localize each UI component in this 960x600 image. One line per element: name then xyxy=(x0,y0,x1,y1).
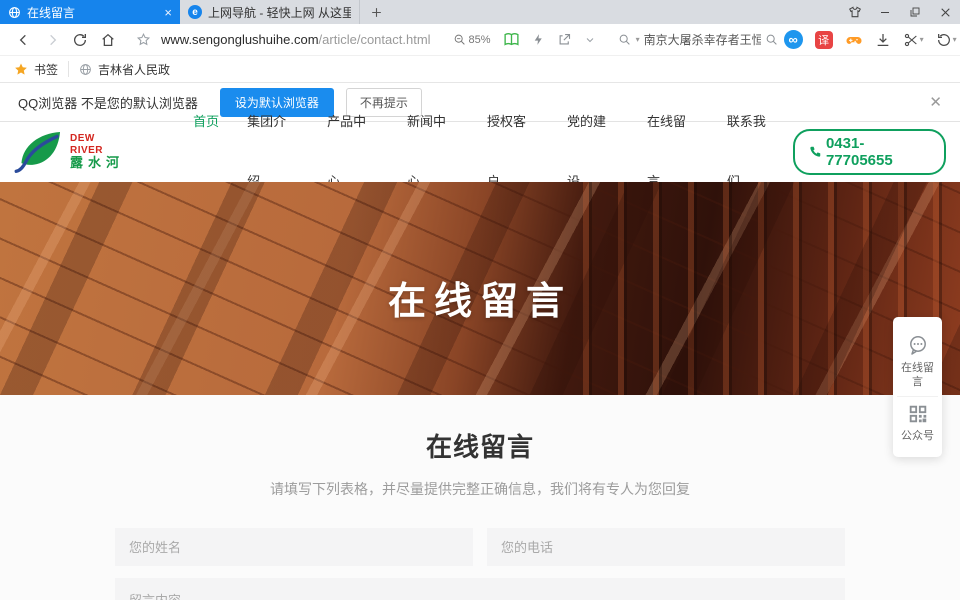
floating-message-button[interactable]: 在线留言 xyxy=(897,327,938,396)
bookmark-item[interactable]: 吉林省人民政府国 xyxy=(79,61,170,78)
page-zoom-indicator[interactable]: 85% xyxy=(453,33,491,46)
bookmark-title: 吉林省人民政府国 xyxy=(98,61,170,78)
translate-badge-icon: 译 xyxy=(815,31,833,49)
scissors-icon xyxy=(903,32,919,48)
address-bar[interactable]: www.sengonglushuihe.com/article/contact.… xyxy=(136,32,431,47)
download-icon xyxy=(875,32,891,48)
bookmarks-divider xyxy=(68,61,69,77)
search-engine-icon xyxy=(618,33,631,46)
qr-code-icon xyxy=(907,403,929,425)
forward-icon xyxy=(44,32,60,48)
home-button[interactable] xyxy=(94,24,122,55)
tab-active[interactable]: 在线留言 × xyxy=(0,0,180,24)
chevron-down-icon xyxy=(584,34,596,46)
history-restore-button[interactable]: ▾ xyxy=(930,32,960,48)
bookmarks-menu-button[interactable]: 书签 xyxy=(14,61,58,78)
floating-message-label: 在线留言 xyxy=(901,362,935,390)
site-logo[interactable]: DEW RIVER 露水河 xyxy=(14,129,131,175)
address-more-button[interactable] xyxy=(578,24,602,55)
phone-number: 0431-77705655 xyxy=(826,135,931,169)
game-center-button[interactable] xyxy=(839,31,869,49)
page-content: 在线留言 请填写下列表格，并尽量提供完整正确信息，我们将有专人为您回复 xyxy=(0,395,960,600)
message-textarea[interactable] xyxy=(115,578,845,600)
star-icon xyxy=(14,62,28,76)
home-icon xyxy=(100,32,116,48)
new-tab-button[interactable] xyxy=(360,0,393,24)
url-text[interactable]: www.sengonglushuihe.com/article/contact.… xyxy=(161,32,431,47)
tab-title: 上网导航 - 轻快上网 从这里开始 xyxy=(208,4,351,21)
search-bar[interactable]: ▾ 南京大屠杀幸存者王恒逝世 xyxy=(618,31,778,48)
minimize-button[interactable] xyxy=(870,0,900,24)
section-subtitle: 请填写下列表格，并尽量提供完整正确信息，我们将有专人为您回复 xyxy=(0,479,960,499)
globe-icon xyxy=(8,6,21,19)
phone-input[interactable] xyxy=(487,528,845,566)
gamepad-icon xyxy=(845,31,863,49)
leaf-logo-icon xyxy=(14,129,66,175)
tab-title: 在线留言 xyxy=(27,4,158,21)
floating-qrcode-label: 公众号 xyxy=(901,430,935,444)
form-row xyxy=(115,528,845,566)
phone-button[interactable]: 0431-77705655 xyxy=(793,129,946,175)
search-go-icon[interactable] xyxy=(765,33,778,46)
back-icon xyxy=(16,32,32,48)
plus-icon xyxy=(370,6,383,19)
hero-banner: 在线留言 xyxy=(0,182,960,395)
zoom-level: 85% xyxy=(469,34,491,46)
refresh-button[interactable] xyxy=(66,24,94,55)
forward-button[interactable] xyxy=(38,24,66,55)
close-window-button[interactable] xyxy=(930,0,960,24)
share-button[interactable] xyxy=(551,24,578,55)
bookmarks-bar: 书签 吉林省人民政府国 xyxy=(0,56,960,83)
window-controls xyxy=(840,0,960,24)
screenshot-button[interactable]: ▾ xyxy=(897,32,930,48)
book-icon xyxy=(503,31,520,48)
downloads-button[interactable] xyxy=(869,32,897,48)
browser-toolbar: www.sengonglushuihe.com/article/contact.… xyxy=(0,24,960,56)
lightning-icon xyxy=(532,33,545,46)
floating-widget-panel: 在线留言 公众号 xyxy=(893,317,942,457)
flash-plugin-button[interactable] xyxy=(526,24,551,55)
share-icon xyxy=(557,32,572,47)
logo-name-cn: 露水河 xyxy=(70,156,131,171)
translate-button[interactable]: 译 xyxy=(809,31,839,49)
zoom-out-icon xyxy=(453,33,466,46)
name-input[interactable] xyxy=(115,528,473,566)
restore-icon xyxy=(909,6,921,18)
globe-icon xyxy=(79,63,92,76)
browser-tab-bar: 在线留言 × e 上网导航 - 轻快上网 从这里开始 xyxy=(0,0,960,24)
close-icon xyxy=(939,6,952,19)
logo-name-en: DEW RIVER xyxy=(70,133,131,156)
back-button[interactable] xyxy=(10,24,38,55)
section-title: 在线留言 xyxy=(0,427,960,464)
logo-text: DEW RIVER 露水河 xyxy=(70,133,131,171)
hero-title: 在线留言 xyxy=(0,270,960,325)
toolbar-extensions: ∞ 译 ▾ ▾ xyxy=(778,30,960,49)
minimize-icon xyxy=(879,6,891,18)
phone-icon xyxy=(808,145,822,159)
infinity-badge-icon: ∞ xyxy=(784,30,803,49)
history-caret-icon[interactable]: ▾ xyxy=(953,35,957,44)
restore-button[interactable] xyxy=(900,0,930,24)
undo-icon xyxy=(936,32,952,48)
qq-account-button[interactable]: ∞ xyxy=(778,30,809,49)
search-hotword[interactable]: 南京大屠杀幸存者王恒逝世 xyxy=(644,31,761,48)
bookmark-star-icon[interactable] xyxy=(136,32,151,47)
floating-qrcode-button[interactable]: 公众号 xyxy=(897,396,938,450)
reading-mode-button[interactable] xyxy=(497,24,526,55)
notification-close-icon[interactable]: ✕ xyxy=(929,93,942,111)
shirt-icon xyxy=(848,5,862,19)
bookmarks-label: 书签 xyxy=(34,61,58,78)
theme-skin-button[interactable] xyxy=(840,0,870,24)
site-header: DEW RIVER 露水河 首页 集团介绍 产品中心 新闻中心 授权客户 党的建… xyxy=(0,122,960,182)
chat-bubble-icon xyxy=(906,333,930,357)
message-form xyxy=(115,528,845,600)
screenshot-caret-icon[interactable]: ▾ xyxy=(920,35,924,44)
navigation-page-icon: e xyxy=(188,5,202,19)
tab-inactive[interactable]: e 上网导航 - 轻快上网 从这里开始 xyxy=(180,0,360,24)
refresh-icon xyxy=(72,32,88,48)
tab-close-icon[interactable]: × xyxy=(164,6,172,19)
search-engine-caret-icon[interactable]: ▾ xyxy=(636,35,640,44)
notification-message: QQ浏览器 不是您的默认浏览器 xyxy=(18,93,198,112)
